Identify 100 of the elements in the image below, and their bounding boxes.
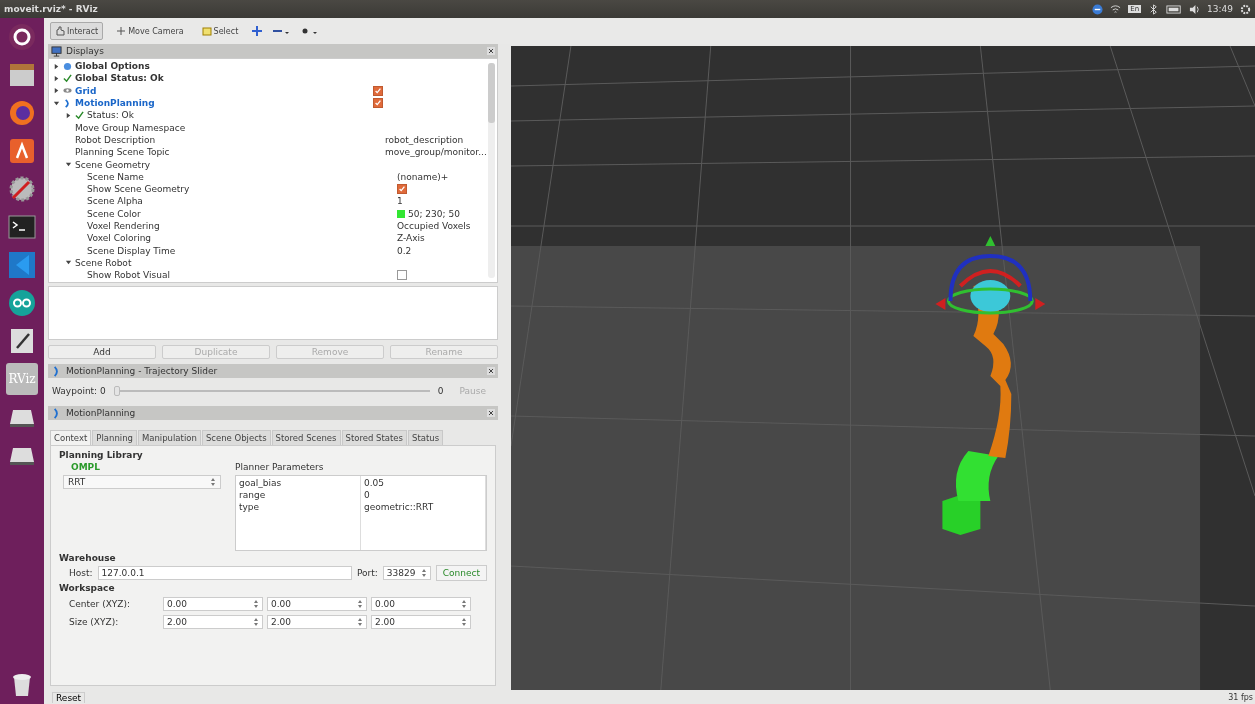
- property-value[interactable]: 0.2: [397, 245, 412, 256]
- slider-handle[interactable]: [113, 386, 120, 396]
- checkbox[interactable]: [373, 98, 383, 109]
- tree-item[interactable]: Scene Name: [87, 171, 144, 182]
- waypoint-label: Waypoint: 0: [52, 386, 106, 396]
- bluetooth-icon[interactable]: [1148, 3, 1160, 15]
- section-title: Planning Library: [59, 450, 144, 460]
- property-value[interactable]: 50; 230; 50: [408, 208, 460, 219]
- panel-title: Displays: [66, 46, 105, 56]
- cursor-icon: [55, 26, 65, 36]
- tree-item[interactable]: Move Group Namespace: [75, 122, 186, 133]
- spinner-arrows-icon[interactable]: [420, 568, 427, 578]
- parameter-value[interactable]: 0.05: [364, 477, 482, 489]
- vscode-icon[interactable]: [6, 249, 38, 281]
- arduino-icon[interactable]: [6, 287, 38, 319]
- connect-button[interactable]: Connect: [435, 565, 487, 581]
- tree-item[interactable]: Voxel Rendering: [87, 221, 160, 231]
- tool-button[interactable]: Interact: [50, 22, 104, 40]
- tab[interactable]: Status: [408, 430, 444, 445]
- tree-item[interactable]: Status: Ok: [87, 110, 134, 121]
- property-value[interactable]: Z-Axis: [397, 233, 425, 244]
- property-value[interactable]: Occupied Voxels: [397, 221, 471, 231]
- tree-item[interactable]: Global Options: [75, 61, 150, 72]
- panel-button[interactable]: Add: [48, 345, 156, 359]
- close-icon[interactable]: [487, 367, 495, 375]
- expand-arrow-icon[interactable]: [53, 87, 60, 95]
- spinner-arrows-icon[interactable]: [253, 617, 259, 627]
- port-field[interactable]: 33829: [382, 566, 431, 580]
- network-icon[interactable]: [1092, 3, 1104, 15]
- crosshair-icon[interactable]: [251, 25, 264, 37]
- checkbox[interactable]: [397, 270, 407, 281]
- tree-item[interactable]: Grid: [75, 85, 97, 96]
- tab[interactable]: Planning: [92, 430, 137, 445]
- tree-item[interactable]: MotionPlanning: [75, 98, 155, 109]
- tab[interactable]: Stored States: [341, 430, 408, 445]
- number-field[interactable]: 2.00: [267, 615, 367, 629]
- clock[interactable]: 13:49: [1207, 4, 1233, 14]
- tree-item[interactable]: Scene Color: [87, 208, 141, 219]
- checkbox[interactable]: [397, 184, 407, 195]
- settings-icon[interactable]: [1240, 3, 1251, 15]
- section-title: Warehouse: [59, 553, 117, 563]
- number-field[interactable]: 2.00: [163, 615, 263, 629]
- spinner-arrows-icon[interactable]: [357, 617, 363, 627]
- tab[interactable]: Context: [50, 430, 92, 445]
- ubuntu-icon[interactable]: [6, 21, 38, 53]
- property-value[interactable]: 1: [397, 196, 403, 207]
- parameter-name: type: [239, 501, 261, 513]
- parameter-value[interactable]: 0: [364, 489, 482, 501]
- parameter-value[interactable]: geometric::RRT: [364, 501, 482, 513]
- number-field[interactable]: 2.00: [371, 615, 471, 629]
- property-value[interactable]: (noname)+: [397, 171, 449, 182]
- checkbox[interactable]: [373, 85, 383, 96]
- expand-arrow-icon[interactable]: [53, 62, 60, 70]
- tree-item[interactable]: Robot Description: [75, 134, 156, 145]
- tab[interactable]: Manipulation: [137, 430, 201, 445]
- scrollbar[interactable]: [488, 63, 495, 278]
- wifi-icon[interactable]: [1110, 3, 1122, 15]
- spinner-arrows-icon[interactable]: [461, 617, 467, 627]
- spinner-arrows-icon[interactable]: [253, 599, 259, 609]
- tree-item[interactable]: Voxel Coloring: [87, 233, 152, 244]
- tree-item[interactable]: Show Robot Visual: [87, 270, 170, 281]
- host-field[interactable]: 127.0.0.1: [97, 566, 352, 580]
- expand-arrow-icon[interactable]: [65, 161, 72, 168]
- tree-item[interactable]: Scene Robot: [75, 257, 132, 268]
- window-title: moveit.rviz* - RViz: [4, 4, 98, 14]
- close-icon[interactable]: [487, 409, 495, 417]
- tab[interactable]: Stored Scenes: [271, 430, 341, 445]
- number-field[interactable]: 0.00: [371, 597, 471, 611]
- number-field[interactable]: 0.00: [163, 597, 263, 611]
- tree-item[interactable]: Scene Display Time: [87, 245, 176, 256]
- expand-arrow-icon[interactable]: [65, 259, 72, 267]
- expand-arrow-icon[interactable]: [53, 74, 60, 82]
- volume-icon[interactable]: [1189, 3, 1201, 15]
- tree-item[interactable]: Scene Geometry: [75, 159, 151, 170]
- dropdown-arrows-icon[interactable]: [210, 477, 216, 487]
- tree-item[interactable]: Scene Alpha: [87, 196, 143, 207]
- plugin-icon: [63, 98, 72, 108]
- planner-dropdown[interactable]: RRT: [63, 475, 221, 489]
- property-value[interactable]: robot_description: [385, 134, 464, 145]
- panel-title: MotionPlanning: [66, 408, 137, 418]
- globe-icon: [63, 61, 72, 71]
- property-value[interactable]: move_group/monitor...: [385, 147, 487, 158]
- expand-arrow-icon[interactable]: [53, 99, 60, 107]
- tab[interactable]: Scene Objects: [201, 430, 271, 445]
- close-icon[interactable]: [487, 47, 495, 55]
- parameter-name: range: [239, 489, 267, 501]
- spinner-arrows-icon[interactable]: [461, 599, 467, 609]
- number-field[interactable]: 0.00: [267, 597, 367, 611]
- reset-button[interactable]: Reset: [52, 691, 86, 703]
- tool-button[interactable]: Select: [196, 22, 244, 40]
- tree-item[interactable]: Global Status: Ok: [75, 73, 164, 84]
- tool-button[interactable]: Move Camera: [111, 22, 189, 40]
- tree-item[interactable]: Show Scene Geometry: [87, 184, 190, 195]
- expand-arrow-icon[interactable]: [65, 111, 72, 119]
- color-swatch[interactable]: [397, 209, 405, 218]
- spinner-arrows-icon[interactable]: [357, 599, 363, 609]
- workspace-label: Center (XYZ):: [69, 599, 132, 609]
- tree-item[interactable]: Planning Scene Topic: [75, 147, 170, 158]
- battery-icon[interactable]: [1166, 3, 1183, 15]
- port-label: Port:: [356, 568, 378, 578]
